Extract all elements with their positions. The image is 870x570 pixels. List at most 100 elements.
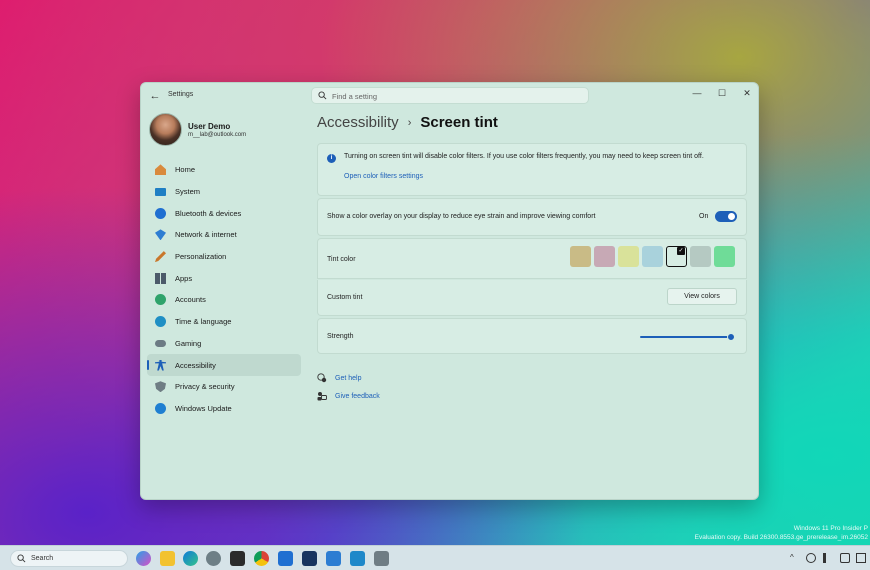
breadcrumb-parent[interactable]: Accessibility <box>317 114 399 131</box>
overlay-label: Show a color overlay on your display to … <box>327 213 596 220</box>
photos-icon[interactable] <box>326 551 341 566</box>
watermark-line-2: Evaluation copy. Build 26300.8553.ge_pre… <box>694 534 868 541</box>
sidebar-item-label: Accessibility <box>175 360 216 370</box>
strength-row: Strength <box>317 318 747 354</box>
sidebar-item-accessibility[interactable]: Accessibility <box>147 354 301 376</box>
strength-label: Strength <box>327 333 354 340</box>
tint-swatch[interactable]: ✓ <box>666 246 687 267</box>
sidebar-nav: Home System Bluetooth & devices Network & i… <box>147 159 301 419</box>
terminal-icon[interactable] <box>230 551 245 566</box>
sidebar-item-time-language[interactable]: Time & language <box>147 311 301 333</box>
system-icon <box>155 187 166 196</box>
custom-tint-label: Custom tint <box>327 294 363 301</box>
chevron-up-icon[interactable]: ^ <box>790 553 800 563</box>
sidebar-item-accounts[interactable]: Accounts <box>147 289 301 311</box>
avatar[interactable] <box>149 113 182 146</box>
overlay-setting-row: Show a color overlay on your display to … <box>317 198 747 236</box>
feedback-icon <box>317 392 327 401</box>
settings-search[interactable] <box>311 87 589 104</box>
tint-swatch[interactable] <box>618 246 639 267</box>
toggle-knob <box>728 213 735 220</box>
home-icon <box>155 164 166 176</box>
gamepad-icon <box>155 339 166 347</box>
close-button[interactable]: ✕ <box>735 85 758 101</box>
strength-slider-thumb[interactable] <box>727 333 735 341</box>
outlook-icon[interactable] <box>278 551 293 566</box>
tint-swatches: ✓ <box>570 246 738 267</box>
search-icon <box>17 554 26 563</box>
tint-swatch[interactable] <box>594 246 615 267</box>
tint-swatch[interactable] <box>642 246 663 267</box>
file-explorer-icon[interactable] <box>160 551 175 566</box>
battery-icon[interactable] <box>840 553 850 563</box>
info-card: i Turning on screen tint will disable co… <box>317 143 747 196</box>
apps-icon <box>155 272 166 284</box>
update-icon <box>155 402 166 414</box>
sidebar-item-label: Windows Update <box>175 403 232 413</box>
tint-swatch[interactable] <box>714 246 735 267</box>
title-bar: ← Settings — ☐ ✕ <box>141 83 758 109</box>
sidebar-item-privacy-security[interactable]: Privacy & security <box>147 376 301 398</box>
user-name: User Demo <box>188 122 231 131</box>
help-icon <box>317 373 327 383</box>
store-icon[interactable] <box>302 551 317 566</box>
sidebar-item-network-internet[interactable]: Network & internet <box>147 224 301 246</box>
checkmark-icon: ✓ <box>677 247 685 255</box>
sidebar-item-bluetooth-devices[interactable]: Bluetooth & devices <box>147 202 301 224</box>
sidebar-item-windows-update[interactable]: Windows Update <box>147 398 301 420</box>
sidebar-item-label: Gaming <box>175 338 202 348</box>
chrome-icon[interactable] <box>254 551 269 566</box>
toggle-state-label: On <box>699 213 709 220</box>
sidebar-item-personalization[interactable]: Personalization <box>147 246 301 268</box>
accessibility-icon <box>155 359 166 371</box>
brush-icon <box>155 251 166 263</box>
network-icon[interactable] <box>806 553 816 563</box>
taskbar-search[interactable]: Search <box>10 550 128 567</box>
edge-icon[interactable] <box>183 551 198 566</box>
app-title: Settings <box>168 91 194 98</box>
sidebar-item-label: Apps <box>175 273 193 283</box>
sidebar-item-label: Personalization <box>175 252 227 262</box>
breadcrumb: Accessibility › Screen tint <box>317 114 498 131</box>
info-icon: i <box>327 154 336 163</box>
settings-window: ← Settings — ☐ ✕ User Demo m__lab@outloo… <box>140 82 759 500</box>
sidebar-item-label: Home <box>175 165 196 175</box>
get-help-link[interactable]: Get help <box>317 373 361 383</box>
sidebar-item-apps[interactable]: Apps <box>147 267 301 289</box>
give-feedback-link[interactable]: Give feedback <box>317 391 380 401</box>
settings-app-icon[interactable] <box>206 551 221 566</box>
watermark-line-1: Windows 11 Pro Insider P <box>793 525 868 532</box>
search-input[interactable] <box>332 90 582 102</box>
volume-icon[interactable] <box>823 553 833 563</box>
sidebar-item-system[interactable]: System <box>147 181 301 203</box>
sidebar-item-gaming[interactable]: Gaming <box>147 333 301 355</box>
open-color-filters-link[interactable]: Open color filters settings <box>344 173 423 180</box>
wifi-icon <box>155 229 166 241</box>
sidebar-item-label: Privacy & security <box>175 382 235 392</box>
view-colors-button[interactable]: View colors <box>667 288 737 305</box>
sidebar-item-label: Bluetooth & devices <box>175 208 242 218</box>
search-icon <box>318 91 327 100</box>
sidebar-item-label: Network & internet <box>175 230 237 240</box>
paint-icon[interactable] <box>350 551 365 566</box>
globe-icon <box>155 316 166 328</box>
back-button[interactable]: ← <box>147 89 163 103</box>
minimize-button[interactable]: — <box>685 85 709 101</box>
sidebar-item-home[interactable]: Home <box>147 159 301 181</box>
sidebar-item-label: Time & language <box>175 317 232 327</box>
user-email: m__lab@outlook.com <box>188 132 247 138</box>
get-help-label[interactable]: Get help <box>335 375 361 382</box>
snipping-tool-icon[interactable] <box>374 551 389 566</box>
copilot-icon[interactable] <box>136 551 151 566</box>
overlay-toggle[interactable] <box>715 211 737 222</box>
notification-icon[interactable] <box>856 553 866 563</box>
strength-slider-track[interactable] <box>640 336 731 338</box>
evaluation-watermark: Windows 11 Pro Insider P Evaluation copy… <box>695 524 868 542</box>
taskbar: Search ^ <box>0 545 870 570</box>
tint-swatch[interactable] <box>690 246 711 267</box>
tint-swatch[interactable] <box>570 246 591 267</box>
maximize-button[interactable]: ☐ <box>710 85 734 101</box>
taskbar-search-label: Search <box>31 555 54 562</box>
accounts-icon <box>155 294 166 306</box>
give-feedback-label[interactable]: Give feedback <box>335 393 380 400</box>
